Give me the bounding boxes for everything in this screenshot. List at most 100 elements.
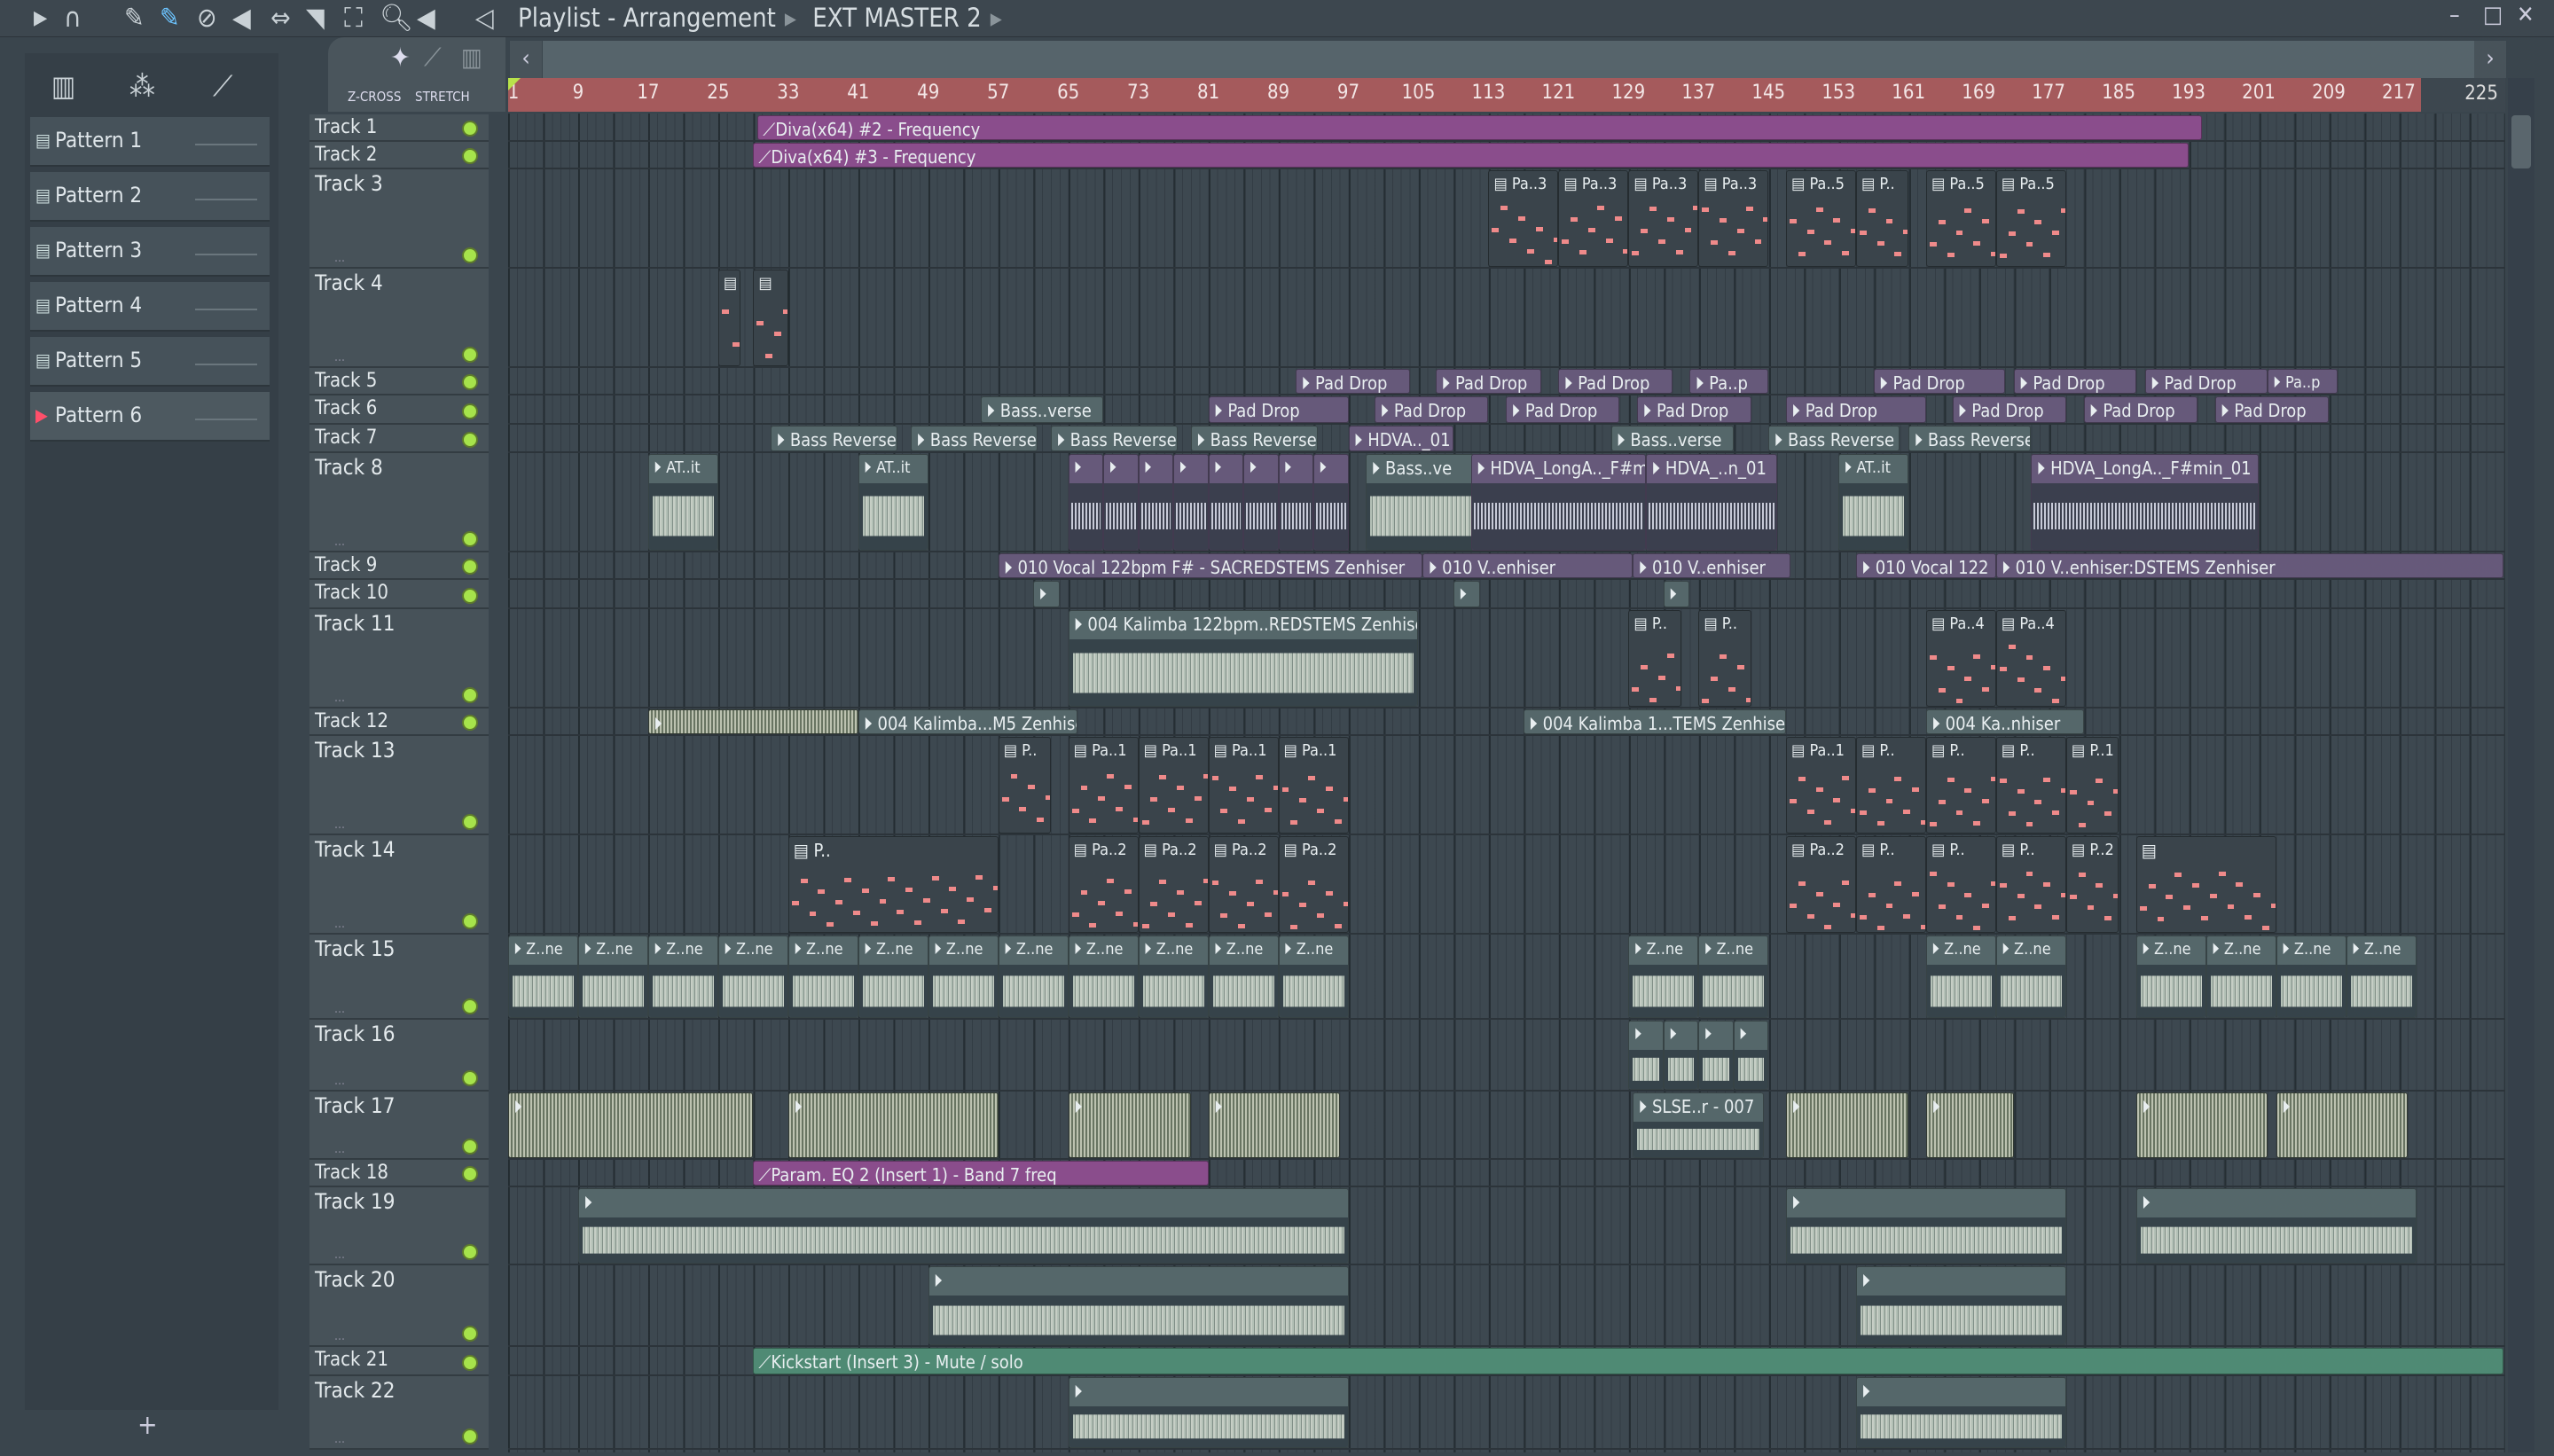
audio-clip[interactable]: ⏵ (1855, 1266, 2066, 1346)
audio-clip[interactable]: ⏵ SLSE..r - 007 (1633, 1092, 1765, 1158)
audio-clip[interactable]: ⏵ HDVA.._01 (1348, 426, 1453, 451)
track-enable-led[interactable] (462, 1428, 478, 1444)
pattern-clip[interactable]: ▤ Pa..5 (1995, 170, 2066, 268)
track-enable-led[interactable] (462, 530, 478, 547)
track-header[interactable]: Track 3... (309, 169, 489, 270)
audio-clip[interactable]: ⏵ (1855, 1377, 2066, 1448)
audio-clip[interactable]: ⏵ Z..ne (577, 935, 648, 1018)
track-enable-led[interactable] (462, 1326, 478, 1342)
track-header[interactable]: Track 13... (309, 736, 489, 836)
audio-clip[interactable]: ⏵ (928, 1266, 1349, 1346)
pattern-clip[interactable]: ▤ P.. (1855, 737, 1926, 834)
audio-clip[interactable]: ⏵ Z..ne (998, 935, 1069, 1018)
slip-icon[interactable]: ⇔ (270, 4, 291, 34)
pattern-clip[interactable]: ▤ P..1 (2065, 737, 2119, 834)
audio-clip[interactable]: ⏵ 010 Vocal 122 (1855, 552, 1996, 578)
audio-clip[interactable]: ⏵ (1243, 453, 1279, 551)
audio-clip[interactable]: ⏵ (1628, 1020, 1664, 1090)
track-enable-led[interactable] (462, 403, 478, 420)
pattern-clip[interactable]: ▤ Pa..1 (1068, 737, 1139, 834)
audio-clip[interactable]: ⏵ Z..ne (2276, 935, 2346, 1018)
audio-clip[interactable]: ⏵ Z..ne (928, 935, 999, 1018)
track-enable-led[interactable] (462, 1069, 478, 1086)
zoom-icon[interactable]: 🔍︎ (380, 4, 413, 34)
audio-clip[interactable]: ⏵ Bass Reverse (771, 426, 898, 451)
pattern-clip[interactable]: ▤ P.. (1995, 836, 2066, 934)
audio-clip[interactable]: ⏵ HDVA_..n_01 (1646, 453, 1778, 551)
track-enable-led[interactable] (462, 998, 478, 1014)
scrollbar-thumb[interactable] (2511, 115, 2531, 168)
track-header[interactable]: Track 5 (309, 368, 489, 396)
audio-clip[interactable]: ⏵ AT..it (1838, 453, 1909, 551)
track-header[interactable]: Track 11... (309, 609, 489, 709)
audio-clip[interactable]: ⏵ (1698, 1020, 1734, 1090)
audio-clip[interactable]: ⏵ Z..ne (2135, 935, 2206, 1018)
speaker-icon[interactable]: ◁ (475, 4, 494, 34)
magnet-icon[interactable]: ∩ (64, 4, 82, 34)
audio-clip[interactable]: ⏵ (1103, 453, 1139, 551)
track-enable-led[interactable] (462, 588, 478, 605)
track-header[interactable]: Track 17... (309, 1091, 489, 1160)
vertical-scrollbar[interactable] (2508, 78, 2534, 1452)
audio-clip[interactable]: ⏵ (2135, 1092, 2268, 1158)
pattern-clip[interactable]: ▤ P..2 (2065, 836, 2119, 934)
track-header[interactable]: Track 14... (309, 835, 489, 935)
automation-clip[interactable]: ⟋Kickstart (Insert 3) - Mute / solo (753, 1348, 2504, 1375)
audio-clip[interactable]: ⏵ HDVA_LongA.._F#min_01 (2031, 453, 2259, 551)
audio-clip[interactable]: ⏵ (1786, 1188, 2066, 1264)
pattern-clip[interactable]: ▤ P.. (1995, 737, 2066, 834)
track-enable-led[interactable] (462, 1166, 478, 1183)
pattern-clip[interactable]: ▤ (753, 270, 788, 367)
pattern-item[interactable]: ▤ Pattern 2 (30, 172, 270, 222)
audio-clip[interactable]: ⏵ AT..it (647, 453, 718, 551)
audio-clip[interactable]: ⏵ Pa..p (1689, 369, 1769, 395)
audio-clip[interactable]: ⏵ 004 Kalimba 122bpm..REDSTEMS Zenhiser (1068, 610, 1419, 708)
track-enable-led[interactable] (462, 1138, 478, 1155)
audio-clip[interactable]: ⏵ Z..ne (1925, 935, 1996, 1018)
pattern-clip[interactable]: ▤ P.. (1855, 170, 1909, 268)
track-header[interactable]: Track 18 (309, 1159, 489, 1188)
audio-clip[interactable]: ⏵ Z..ne (2346, 935, 2417, 1018)
audio-clip[interactable]: ⏵ (1786, 1092, 1909, 1158)
pattern-clip[interactable]: ▤ Pa..2 (1278, 836, 1349, 934)
track-header[interactable]: Track 20... (309, 1265, 489, 1348)
audio-clip[interactable]: ⏵ (2135, 1188, 2417, 1264)
pattern-clip[interactable]: ▤ Pa..4 (1995, 610, 2066, 708)
audio-clip[interactable]: ⏵ Pa..p (2267, 369, 2338, 395)
audio-clip[interactable]: ⏵ HDVA_LongA.._F#m (1470, 453, 1647, 551)
audio-clip[interactable]: ⏵ (577, 1188, 1349, 1264)
pattern-clip[interactable]: ▤ Pa..2 (1786, 836, 1856, 934)
audio-clip[interactable]: ⏵ 004 Ka..nhiser (1925, 709, 2084, 735)
audio-clip[interactable]: ⏵ 004 Kalimba 1...TEMS Zenhiser (1523, 709, 1786, 735)
pattern-clip[interactable]: ▤ P.. (1855, 836, 1926, 934)
track-header[interactable]: Track 21 (309, 1347, 489, 1377)
audio-clip[interactable]: ⏵ Bass..verse (1610, 426, 1734, 451)
pattern-clip[interactable]: ▤ Pa..1 (1208, 737, 1279, 834)
pattern-item[interactable]: ▤ Pattern 4 (30, 282, 270, 332)
track-enable-led[interactable] (462, 247, 478, 264)
pattern-clip[interactable]: ▤ P.. (1698, 610, 1751, 708)
mute-icon[interactable]: ◀ (232, 4, 251, 34)
audio-clip[interactable]: ⏵ Pad Drop (1873, 369, 2005, 395)
pattern-clip[interactable]: ▤ Pa..1 (1138, 737, 1209, 834)
audio-clip[interactable]: ⏵ Z..ne (1628, 935, 1699, 1018)
piano-icon[interactable]: ▥ (51, 69, 75, 103)
pattern-item[interactable]: ▶ Pattern 6 (30, 392, 270, 442)
audio-clip[interactable]: ⏵ Z..ne (1698, 935, 1769, 1018)
audio-clip[interactable]: ⏵ (1278, 453, 1314, 551)
audio-clip[interactable]: ⏵ (1208, 453, 1244, 551)
scroll-left-button[interactable]: ‹ (510, 41, 542, 78)
audio-clip[interactable]: ⏵ 010 V..enhiser:DSTEMS Zenhiser (1995, 552, 2504, 578)
track-enable-led[interactable] (462, 814, 478, 831)
audio-clip[interactable]: ⏵ (1068, 453, 1104, 551)
audio-clip[interactable]: ⏵ (1068, 1092, 1191, 1158)
audio-clip[interactable]: ⏵ Z..ne (1138, 935, 1209, 1018)
pattern-clip[interactable]: ▤ Pa..5 (1925, 170, 1996, 268)
maximize-button[interactable]: □ (2483, 2, 2503, 28)
audio-clip[interactable]: ⏵ Z..ne (858, 935, 928, 1018)
track-header[interactable]: Track 8... (309, 452, 489, 552)
select-icon[interactable]: ⛶ (344, 4, 363, 34)
track-header[interactable]: Track 10 (309, 579, 489, 610)
paint-brush-icon[interactable]: ✎ (160, 4, 180, 34)
track-header[interactable]: Track 16... (309, 1019, 489, 1092)
